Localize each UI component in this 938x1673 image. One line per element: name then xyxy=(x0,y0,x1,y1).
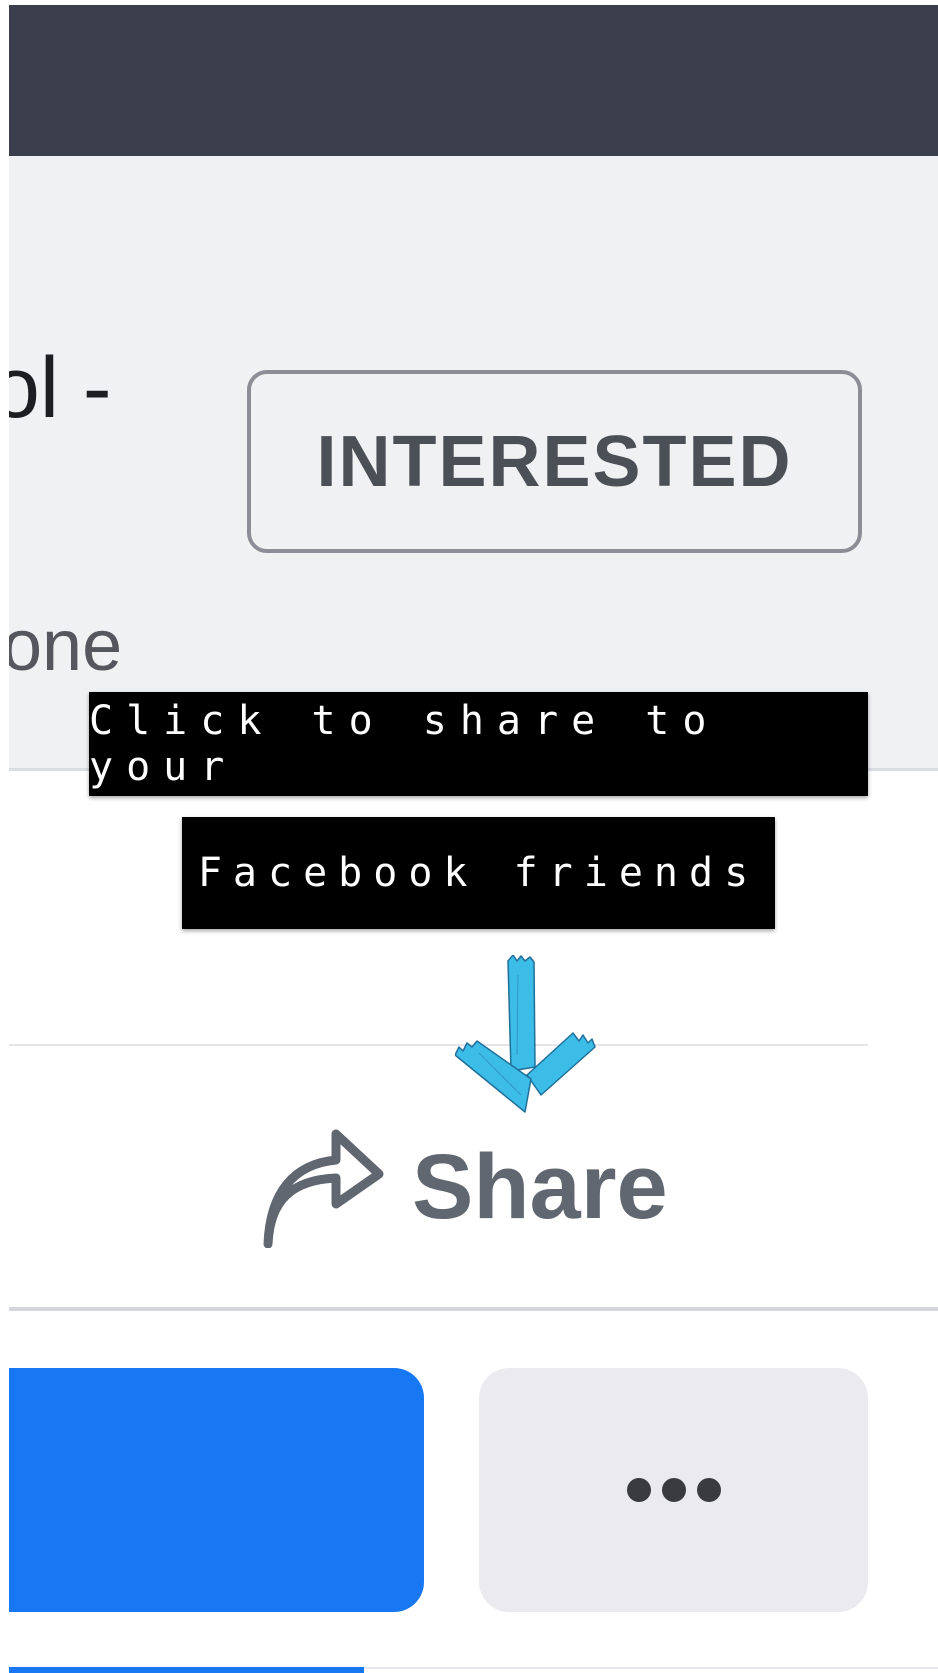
event-title: ol - xyxy=(0,340,112,436)
hand-drawn-down-arrow-icon xyxy=(455,955,596,1113)
top-navigation-bar xyxy=(0,5,938,156)
active-tab-indicator xyxy=(0,1667,364,1673)
event-subtitle: one xyxy=(2,606,123,686)
interested-button-label: INTERESTED xyxy=(316,421,793,502)
share-button[interactable]: Share xyxy=(262,1122,702,1252)
section-divider xyxy=(9,1044,868,1046)
more-options-button[interactable] xyxy=(479,1368,868,1612)
caption-line-1: Click to share to your xyxy=(89,692,868,796)
share-divider xyxy=(9,1307,938,1311)
ellipsis-icon xyxy=(626,1478,721,1502)
primary-action-button[interactable] xyxy=(0,1368,424,1612)
screen-edge xyxy=(0,0,9,1673)
share-label: Share xyxy=(412,1136,668,1238)
interested-button[interactable]: INTERESTED xyxy=(247,370,862,553)
caption-line-2: Facebook friends xyxy=(182,817,775,929)
share-arrow-icon xyxy=(263,1129,384,1248)
